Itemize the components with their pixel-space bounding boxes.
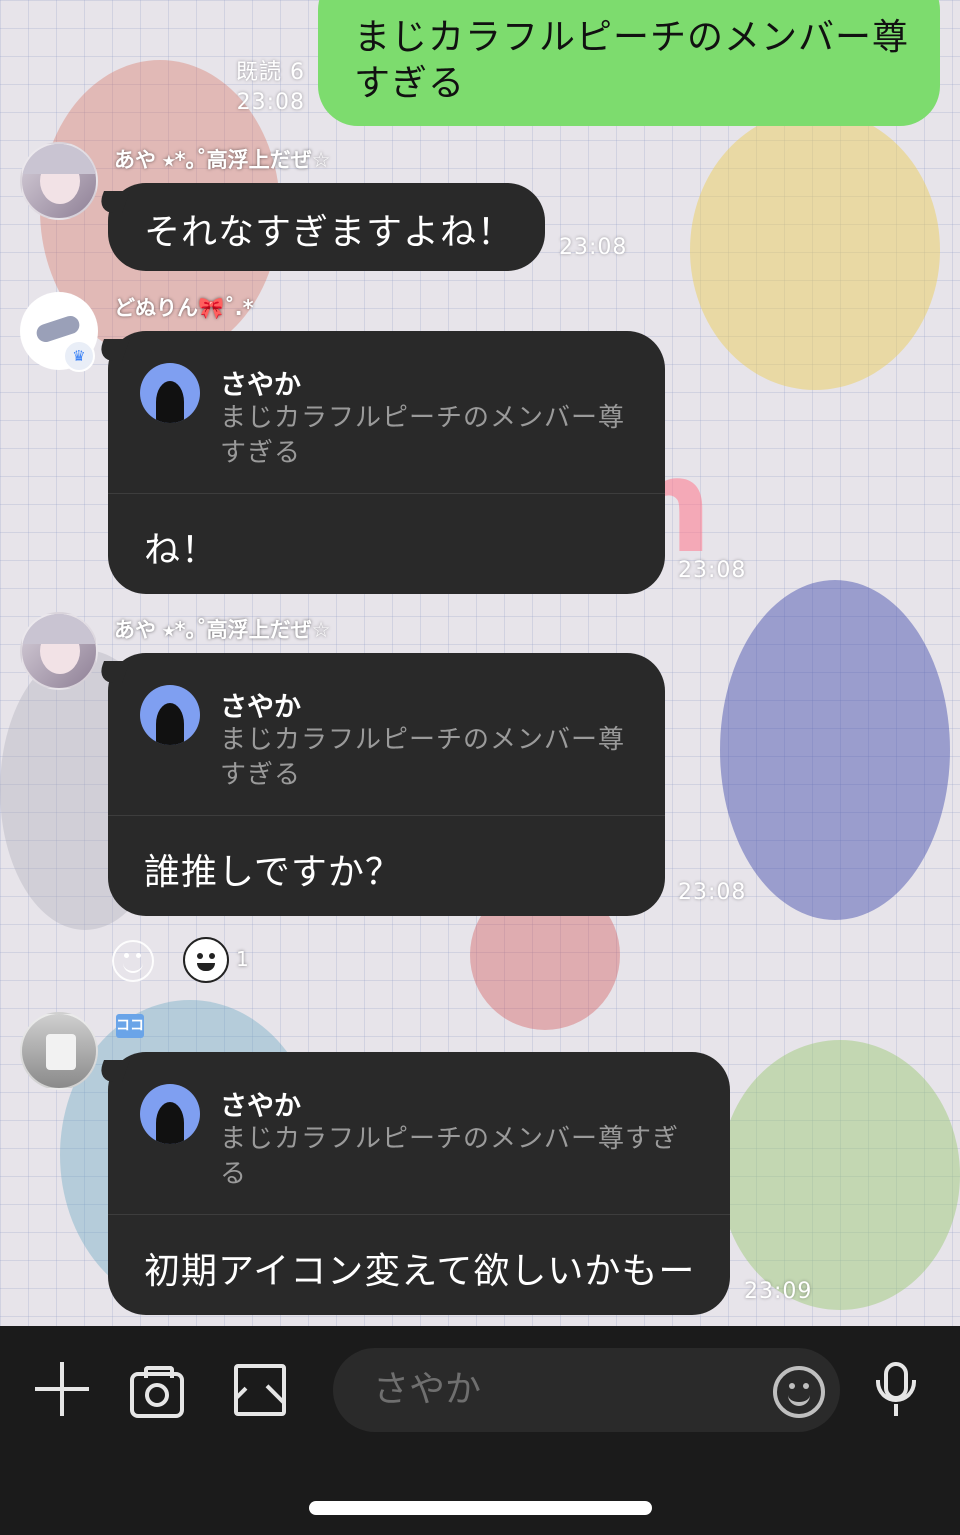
add-reaction-icon[interactable]: [112, 940, 154, 982]
avatar[interactable]: [20, 142, 98, 220]
reply-sender-name: さやか: [220, 692, 301, 723]
message-input-placeholder: さやか: [373, 1369, 482, 1410]
image-icon[interactable]: [234, 1364, 288, 1416]
reply-quote-text: すぎる: [220, 438, 302, 468]
plus-icon[interactable]: [35, 1362, 89, 1416]
sender-name: あや ⭑*｡˚高浮上だぜ☆: [114, 148, 331, 172]
reaction-count: 1: [236, 947, 249, 971]
reply-quote-text: る: [220, 1159, 248, 1189]
reaction-sticker-icon[interactable]: [183, 937, 229, 983]
reply-message-bubble[interactable]: さやか まじカラフルピーチのメンバー尊 すぎる 誰推しですか？: [108, 653, 665, 916]
reply-quote-text: まじカラフルピーチのメンバー尊: [220, 403, 626, 433]
emoji-icon[interactable]: [773, 1366, 825, 1418]
quoted-reply[interactable]: さやか まじカラフルピーチのメンバー尊すぎ る: [108, 1052, 730, 1215]
camera-icon[interactable]: [130, 1364, 184, 1418]
reply-quote-text: まじカラフルピーチのメンバー尊: [220, 725, 626, 755]
reply-sender-name: さやか: [220, 1091, 301, 1122]
quoted-reply[interactable]: さやか まじカラフルピーチのメンバー尊 すぎる: [108, 653, 665, 816]
own-message-bubble[interactable]: まじカラフルピーチのメンバー尊 すぎる: [318, 0, 940, 126]
message-text: それなすぎますよね！: [144, 212, 515, 253]
message-bubble[interactable]: それなすぎますよね！: [108, 183, 545, 271]
avatar[interactable]: [20, 612, 98, 690]
member-badge: ココ: [116, 1014, 144, 1038]
reply-message-bubble[interactable]: さやか まじカラフルピーチのメンバー尊すぎ る 初期アイコン変えて欲しいかもー: [108, 1052, 730, 1315]
crown-badge-icon: ♛: [63, 340, 95, 372]
avatar[interactable]: [20, 1012, 98, 1090]
message-input[interactable]: さやか: [333, 1348, 840, 1432]
message-time: 23:08: [559, 235, 628, 260]
sender-name: どぬりん🎀˚.*: [114, 296, 254, 320]
message-time: 23:08: [678, 880, 747, 905]
reply-quote-text: すぎる: [220, 760, 302, 790]
home-indicator[interactable]: [309, 1501, 652, 1515]
wallpaper-character: [690, 110, 940, 390]
reply-avatar: [140, 685, 200, 745]
message-time: 23:08: [678, 558, 747, 583]
reply-sender-name: さやか: [220, 370, 301, 401]
chat-area[interactable]: Peach 既読 6 23:08 まじカラフルピーチのメンバー尊 すぎる あや …: [0, 0, 960, 1326]
message-time: 23:09: [744, 1279, 813, 1304]
reply-quote-text: まじカラフルピーチのメンバー尊すぎ: [220, 1124, 680, 1154]
reply-avatar: [140, 363, 200, 423]
wallpaper-character: [720, 1040, 960, 1310]
sender-name: あや ⭑*｡˚高浮上だぜ☆: [114, 618, 331, 642]
message-text: 初期アイコン変えて欲しいかもー: [144, 1251, 696, 1292]
reply-avatar: [140, 1084, 200, 1144]
message-text: すぎる: [354, 63, 466, 104]
quoted-reply[interactable]: さやか まじカラフルピーチのメンバー尊 すぎる: [108, 331, 665, 494]
message-text: ね！: [144, 530, 219, 571]
read-receipt: 既読 6: [236, 60, 305, 85]
mic-icon[interactable]: [874, 1362, 918, 1418]
message-text: まじカラフルピーチのメンバー尊: [354, 17, 910, 58]
message-time: 23:08: [236, 90, 305, 115]
wallpaper-character: [720, 580, 950, 920]
message-text: 誰推しですか？: [144, 852, 402, 893]
reply-message-bubble[interactable]: さやか まじカラフルピーチのメンバー尊 すぎる ね！: [108, 331, 665, 594]
